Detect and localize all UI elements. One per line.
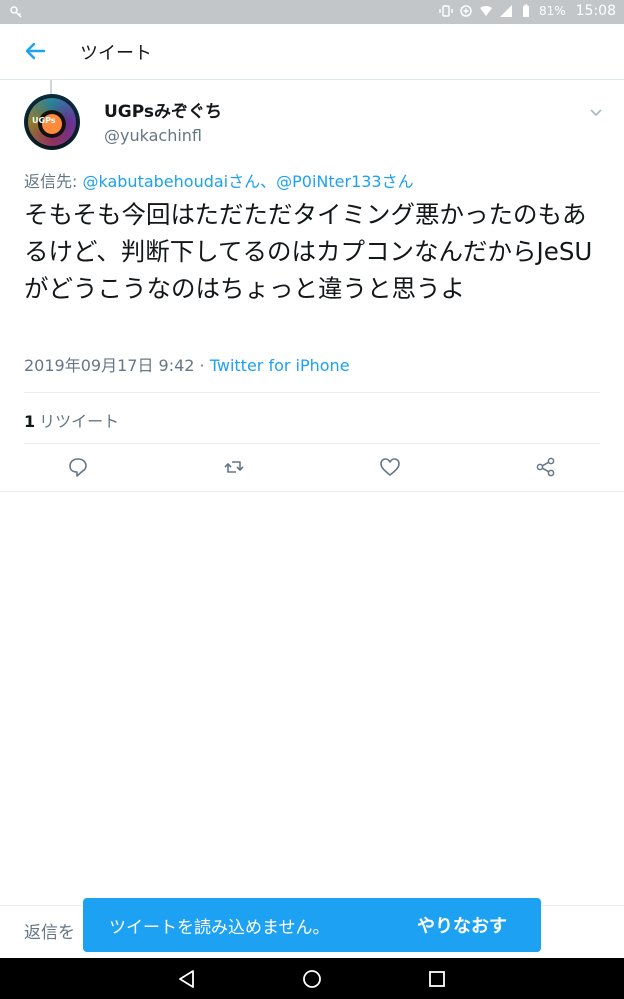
- divider: [0, 491, 624, 492]
- vibrate-icon: [439, 5, 453, 17]
- toast-message: ツイートを読み込めません。: [109, 918, 330, 938]
- battery-icon: [522, 4, 529, 17]
- back-arrow-icon[interactable]: [22, 38, 48, 64]
- nav-home-icon[interactable]: [301, 968, 323, 990]
- avatar-logo-text: UGPs: [32, 116, 56, 125]
- nav-recents-icon[interactable]: [426, 968, 448, 990]
- avatar[interactable]: UGPs: [24, 94, 80, 150]
- battery-percent: 81%: [538, 4, 566, 18]
- retweet-stats[interactable]: 1 リツイート: [24, 408, 119, 432]
- status-bar: 81% 15:08: [0, 0, 624, 24]
- divider: [24, 392, 600, 393]
- reply-input[interactable]: 返信を: [24, 918, 75, 943]
- tweet-date: 2019年09月17日 9:42: [24, 356, 195, 375]
- reply-icon[interactable]: [67, 456, 89, 478]
- heart-icon[interactable]: [379, 456, 401, 478]
- tweet-meta: 2019年09月17日 9:42 · Twitter for iPhone: [24, 352, 350, 376]
- tweet-body: そもそも今回はただただタイミング悪かったのもあるけど、判断下してるのはカプコンな…: [24, 200, 593, 303]
- replying-to: 返信先: @kabutabehoudaiさん、@P0iNter133さん: [24, 168, 414, 192]
- tweet-source[interactable]: Twitter for iPhone: [210, 356, 350, 375]
- display-name[interactable]: UGPsみぞぐち: [104, 97, 222, 122]
- retweet-label: リツイート: [39, 412, 120, 431]
- share-icon[interactable]: [535, 456, 557, 478]
- page-title: ツイート: [80, 43, 152, 64]
- clock: 15:08: [575, 3, 616, 19]
- retweet-count: 1: [24, 412, 36, 431]
- tweet-actions: [0, 450, 624, 486]
- divider: [24, 443, 600, 444]
- retweet-icon[interactable]: [223, 456, 245, 478]
- replying-prefix: 返信先:: [24, 172, 83, 191]
- system-nav-bar: [0, 958, 624, 999]
- data-saver-icon: [460, 5, 472, 17]
- vpn-key-icon: [10, 6, 22, 18]
- wifi-icon: [479, 6, 492, 16]
- user-handle[interactable]: @yukachinfl: [104, 126, 202, 145]
- app-header: ツイート: [0, 24, 624, 80]
- retry-button[interactable]: やりなおす: [417, 912, 507, 938]
- signal-icon: [499, 5, 512, 17]
- replying-mentions[interactable]: @kabutabehoudaiさん、@P0iNter133さん: [82, 172, 413, 191]
- nav-back-icon[interactable]: [176, 968, 198, 990]
- chevron-down-icon[interactable]: [588, 104, 604, 120]
- meta-separator: ·: [194, 356, 210, 375]
- thread-connector: [50, 80, 52, 94]
- error-toast: ツイートを読み込めません。 やりなおす: [83, 898, 541, 952]
